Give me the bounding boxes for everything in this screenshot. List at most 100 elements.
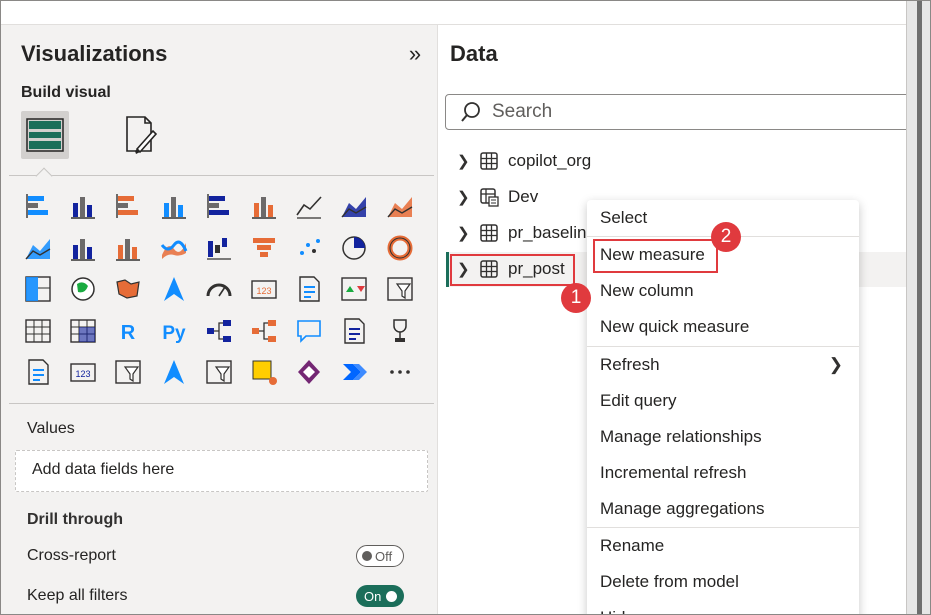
100-stacked-bar-chart-icon[interactable]: [202, 189, 236, 223]
menu-item-manage-relationships[interactable]: Manage relationships: [587, 419, 859, 455]
data-title: Data: [450, 41, 498, 66]
stacked-bar-chart-icon[interactable]: [21, 189, 55, 223]
kpi-icon[interactable]: [337, 272, 371, 306]
treemap-icon[interactable]: [21, 272, 55, 306]
matrix-icon[interactable]: [66, 314, 100, 348]
azure-map-icon[interactable]: [157, 272, 191, 306]
multi-row-card-icon[interactable]: [292, 272, 326, 306]
menu-item-edit-query[interactable]: Edit query: [587, 383, 859, 419]
svg-text:Py: Py: [162, 323, 186, 344]
menu-item-hide[interactable]: Hide: [587, 600, 859, 614]
chevron-right-icon[interactable]: ❯: [457, 152, 471, 170]
table-icon: [480, 152, 498, 170]
funnel-chart-icon[interactable]: [247, 231, 281, 265]
paginated-report-icon[interactable]: [21, 355, 55, 389]
python-visual-icon[interactable]: Py: [157, 314, 191, 348]
line-and-stacked-column-icon[interactable]: [66, 231, 100, 265]
build-visual-tab[interactable]: [21, 111, 69, 159]
card-new-icon[interactable]: 123: [66, 355, 100, 389]
stacked-column-chart-icon[interactable]: [66, 189, 100, 223]
gauge-icon[interactable]: [202, 272, 236, 306]
map-icon[interactable]: [66, 272, 100, 306]
100-stacked-area-chart-icon[interactable]: [21, 231, 55, 265]
arcgis-map-icon[interactable]: [247, 355, 281, 389]
build-visual-label: Build visual: [21, 84, 111, 101]
power-apps-icon[interactable]: [292, 355, 326, 389]
menu-item-new-column[interactable]: New column: [587, 273, 859, 309]
scatter-chart-icon[interactable]: [292, 231, 326, 265]
clustered-column-chart-icon[interactable]: [157, 189, 191, 223]
chevron-right-icon[interactable]: ❯: [457, 188, 471, 206]
line-chart-icon[interactable]: [292, 189, 326, 223]
menu-item-incremental-refresh[interactable]: Incremental refresh: [587, 455, 859, 491]
pr-post-highlight-box: [450, 254, 575, 286]
menu-item-delete-from-model[interactable]: Delete from model: [587, 564, 859, 600]
line-and-clustered-column-icon[interactable]: [111, 231, 145, 265]
clustered-bar-chart-icon[interactable]: [111, 189, 145, 223]
collapse-pane-icon[interactable]: »: [403, 43, 427, 67]
waterfall-chart-icon[interactable]: [202, 231, 236, 265]
decomposition-tree-icon[interactable]: [247, 314, 281, 348]
format-visual-tab[interactable]: [119, 111, 163, 159]
search-placeholder: Search: [492, 101, 553, 122]
menu-item-rename[interactable]: Rename: [587, 528, 859, 564]
calc-table-icon: [480, 188, 499, 207]
search-icon: [461, 102, 480, 122]
chevron-right-icon: ❯: [828, 355, 843, 374]
svg-text:123: 123: [76, 369, 91, 379]
section-divider: [9, 403, 434, 404]
stacked-area-chart-icon[interactable]: [383, 189, 417, 223]
cross-report-label: Cross-report: [27, 547, 116, 564]
menu-item-refresh[interactable]: Refresh ❯: [587, 347, 859, 383]
table-icon[interactable]: [21, 314, 55, 348]
new-measure-highlight-box: [593, 239, 718, 273]
menu-item-new-quick-measure[interactable]: New quick measure: [587, 309, 859, 345]
key-influencers-icon[interactable]: [202, 314, 236, 348]
top-bar: [1, 1, 906, 25]
slicer-new-icon[interactable]: [111, 355, 145, 389]
more-visuals-icon[interactable]: [383, 355, 417, 389]
table-icon: [480, 224, 498, 242]
table-row-dev[interactable]: ❯ Dev: [457, 180, 538, 214]
power-automate-icon[interactable]: [337, 355, 371, 389]
table-name: copilot_org: [508, 151, 592, 170]
scrollbar[interactable]: [906, 1, 930, 614]
chevron-right-icon[interactable]: ❯: [457, 224, 471, 242]
tab-divider: [9, 175, 434, 176]
search-input[interactable]: Search: [445, 94, 915, 130]
toggle-on-label: On: [364, 588, 382, 604]
keep-filters-toggle[interactable]: On: [356, 585, 404, 607]
table-row-copilot-org[interactable]: ❯ copilot_org: [457, 144, 591, 178]
table-name: pr_baselin: [508, 223, 587, 242]
smart-narrative-icon[interactable]: [337, 314, 371, 348]
svg-text:123: 123: [256, 286, 271, 296]
button-slicer-icon[interactable]: [202, 355, 236, 389]
pie-chart-icon[interactable]: [337, 231, 371, 265]
format-visual-icon: [126, 116, 158, 154]
tab-notch: [35, 167, 53, 185]
cross-report-toggle[interactable]: Off: [356, 545, 404, 567]
toggle-knob: [386, 590, 398, 602]
donut-chart-icon[interactable]: [383, 231, 417, 265]
area-chart-icon[interactable]: [337, 189, 371, 223]
svg-text:R: R: [121, 322, 136, 344]
r-visual-icon[interactable]: R: [111, 314, 145, 348]
100-stacked-column-chart-icon[interactable]: [247, 189, 281, 223]
keep-filters-label: Keep all filters: [27, 587, 128, 604]
table-row-pr-baseline[interactable]: ❯ pr_baselin: [457, 216, 586, 250]
build-visual-icon: [26, 118, 64, 152]
menu-item-manage-aggregations[interactable]: Manage aggregations: [587, 491, 859, 527]
drill-through-heading: Drill through: [27, 511, 123, 528]
qa-icon[interactable]: [292, 314, 326, 348]
step-badge-1: 1: [561, 283, 591, 313]
azure-map-new-icon[interactable]: [157, 355, 191, 389]
values-label: Values: [27, 420, 75, 437]
slicer-icon[interactable]: [383, 272, 417, 306]
ribbon-chart-icon[interactable]: [157, 231, 191, 265]
values-drop-well[interactable]: Add data fields here: [15, 450, 428, 492]
metrics-icon[interactable]: [383, 314, 417, 348]
filled-map-icon[interactable]: [111, 272, 145, 306]
scrollbar-thumb[interactable]: [917, 1, 922, 614]
card-icon[interactable]: 123: [247, 272, 281, 306]
step-badge-2: 2: [711, 222, 741, 252]
